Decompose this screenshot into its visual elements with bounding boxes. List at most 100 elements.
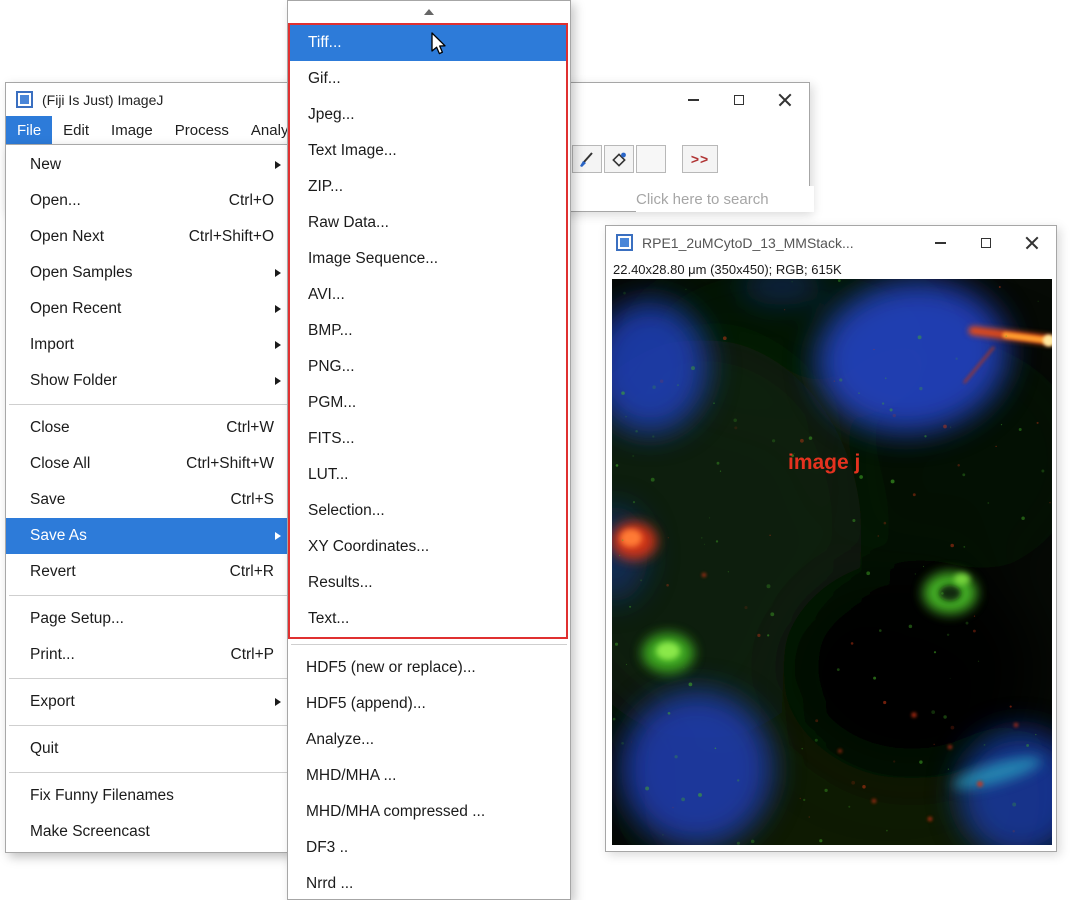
menu-item-label: Save As bbox=[30, 527, 87, 544]
save-as-item-lut[interactable]: LUT... bbox=[290, 457, 566, 493]
menu-item-label: Text... bbox=[308, 610, 350, 627]
mouse-cursor bbox=[431, 32, 446, 55]
save-as-item-avi[interactable]: AVI... bbox=[290, 277, 566, 313]
menu-item-shortcut: Ctrl+W bbox=[226, 419, 274, 436]
file-menu-item-print[interactable]: Print... Ctrl+P bbox=[6, 637, 290, 673]
menu-item-label: XY Coordinates... bbox=[308, 538, 430, 555]
file-menu-item-show-folder[interactable]: Show Folder bbox=[6, 363, 290, 399]
menu-separator bbox=[9, 772, 287, 773]
menu-item-label: PGM... bbox=[308, 394, 357, 411]
maximize-button[interactable] bbox=[716, 84, 762, 115]
save-as-item-mhd-mha[interactable]: MHD/MHA ... bbox=[288, 758, 570, 794]
save-as-item-nrrd[interactable]: Nrrd ... bbox=[288, 866, 570, 899]
menu-item-label: Revert bbox=[30, 563, 76, 580]
maximize-icon bbox=[981, 237, 991, 248]
menu-separator bbox=[9, 678, 287, 679]
menu-item-label: Page Setup... bbox=[30, 610, 124, 627]
submenu-arrow-icon bbox=[275, 268, 281, 277]
close-icon bbox=[1025, 236, 1039, 250]
menu-item-label: LUT... bbox=[308, 466, 349, 483]
save-as-item-selection[interactable]: Selection... bbox=[290, 493, 566, 529]
save-as-item-bmp[interactable]: BMP... bbox=[290, 313, 566, 349]
close-button[interactable] bbox=[1009, 227, 1055, 258]
menubar-item-image[interactable]: Image bbox=[100, 116, 164, 145]
file-menu-item-open-recent[interactable]: Open Recent bbox=[6, 291, 290, 327]
save-as-item-png[interactable]: PNG... bbox=[290, 349, 566, 385]
menu-item-label: ZIP... bbox=[308, 178, 344, 195]
more-tools-button[interactable]: >> bbox=[682, 145, 718, 173]
menu-item-shortcut: Ctrl+O bbox=[228, 192, 274, 209]
menu-item-label: PNG... bbox=[308, 358, 355, 375]
close-button[interactable] bbox=[762, 84, 808, 115]
search-input[interactable]: Click here to search bbox=[636, 186, 814, 212]
save-as-item-raw-data[interactable]: Raw Data... bbox=[290, 205, 566, 241]
save-as-item-zip[interactable]: ZIP... bbox=[290, 169, 566, 205]
file-menu-item-save-as[interactable]: Save As bbox=[6, 518, 290, 554]
minimize-button[interactable] bbox=[917, 227, 963, 258]
save-as-item-pgm[interactable]: PGM... bbox=[290, 385, 566, 421]
menubar-item-file[interactable]: File bbox=[6, 116, 53, 145]
submenu-scroll-up-button[interactable] bbox=[288, 1, 570, 23]
file-menu-item-new[interactable]: New bbox=[6, 147, 290, 183]
save-as-item-text[interactable]: Text... bbox=[290, 601, 566, 637]
file-menu-item-close-all[interactable]: Close All Ctrl+Shift+W bbox=[6, 446, 290, 482]
file-menu-item-make-screencast[interactable]: Make Screencast bbox=[6, 814, 290, 850]
brush-tool-button[interactable] bbox=[572, 145, 602, 173]
file-menu-item-import[interactable]: Import bbox=[6, 327, 290, 363]
file-menu-item-close[interactable]: Close Ctrl+W bbox=[6, 410, 290, 446]
menu-item-label: Jpeg... bbox=[308, 106, 355, 123]
empty-tool-button[interactable] bbox=[636, 145, 666, 173]
menu-item-label: FITS... bbox=[308, 430, 355, 447]
file-menu-item-page-setup[interactable]: Page Setup... bbox=[6, 601, 290, 637]
save-as-item-text-image[interactable]: Text Image... bbox=[290, 133, 566, 169]
save-as-item-xy-coordinates[interactable]: XY Coordinates... bbox=[290, 529, 566, 565]
menu-item-label: Close All bbox=[30, 455, 91, 472]
image-canvas[interactable]: image j bbox=[612, 279, 1052, 845]
menu-item-label: Nrrd ... bbox=[306, 875, 354, 892]
save-as-item-image-sequence[interactable]: Image Sequence... bbox=[290, 241, 566, 277]
file-menu-item-open-samples[interactable]: Open Samples bbox=[6, 255, 290, 291]
file-menu-item-open[interactable]: Open... Ctrl+O bbox=[6, 183, 290, 219]
menu-item-shortcut: Ctrl+P bbox=[230, 646, 275, 663]
menu-separator bbox=[9, 595, 287, 596]
save-as-item-gif[interactable]: Gif... bbox=[290, 61, 566, 97]
save-as-item-fits[interactable]: FITS... bbox=[290, 421, 566, 457]
maximize-button[interactable] bbox=[963, 227, 1009, 258]
menu-item-label: Raw Data... bbox=[308, 214, 389, 231]
save-as-item-tiff[interactable]: Tiff... bbox=[290, 25, 566, 61]
fill-tool-button[interactable] bbox=[604, 145, 634, 173]
fluorescence-image: image j bbox=[612, 279, 1052, 845]
menu-item-label: MHD/MHA compressed ... bbox=[306, 803, 486, 820]
file-menu-item-revert[interactable]: Revert Ctrl+R bbox=[6, 554, 290, 590]
save-as-format-list: Tiff... Gif... Jpeg... Text Image... ZIP... R… bbox=[290, 25, 566, 637]
save-as-item-df3[interactable]: DF3 .. bbox=[288, 830, 570, 866]
submenu-arrow-icon bbox=[275, 697, 281, 706]
menu-separator bbox=[9, 404, 287, 405]
file-menu-item-open-next[interactable]: Open Next Ctrl+Shift+O bbox=[6, 219, 290, 255]
minimize-button[interactable] bbox=[670, 84, 716, 115]
save-as-item-mhd-mha-compressed[interactable]: MHD/MHA compressed ... bbox=[288, 794, 570, 830]
menu-item-label: Print... bbox=[30, 646, 75, 663]
save-as-item-analyze[interactable]: Analyze... bbox=[288, 722, 570, 758]
file-menu-item-quit[interactable]: Quit bbox=[6, 731, 290, 767]
image-window-titlebar[interactable]: RPE1_2uMCytoD_13_MMStack... bbox=[606, 226, 1056, 259]
menubar-item-edit[interactable]: Edit bbox=[52, 116, 100, 145]
file-menu-item-export[interactable]: Export bbox=[6, 684, 290, 720]
minimize-icon bbox=[687, 98, 699, 101]
save-as-item-results[interactable]: Results... bbox=[290, 565, 566, 601]
menubar-item-process[interactable]: Process bbox=[164, 116, 240, 145]
image-window: RPE1_2uMCytoD_13_MMStack... 22.40x28.80 … bbox=[605, 225, 1057, 852]
maximize-icon bbox=[734, 94, 744, 105]
menu-item-label: HDF5 (new or replace)... bbox=[306, 659, 476, 676]
save-as-item-hdf5-append[interactable]: HDF5 (append)... bbox=[288, 686, 570, 722]
file-menu-item-save[interactable]: Save Ctrl+S bbox=[6, 482, 290, 518]
file-menu-item-fix-funny-filenames[interactable]: Fix Funny Filenames bbox=[6, 778, 290, 814]
save-as-item-jpeg[interactable]: Jpeg... bbox=[290, 97, 566, 133]
menu-item-shortcut: Ctrl+Shift+O bbox=[188, 228, 274, 245]
menu-item-label: DF3 .. bbox=[306, 839, 349, 856]
file-menu-dropdown: New Open... Ctrl+O Open Next Ctrl+Shift+O Ope… bbox=[5, 144, 291, 853]
imagej-logo-icon bbox=[616, 234, 633, 251]
menu-item-label: New bbox=[30, 156, 62, 173]
save-as-item-hdf5-new-or-replace[interactable]: HDF5 (new or replace)... bbox=[288, 650, 570, 686]
menu-separator bbox=[9, 725, 287, 726]
